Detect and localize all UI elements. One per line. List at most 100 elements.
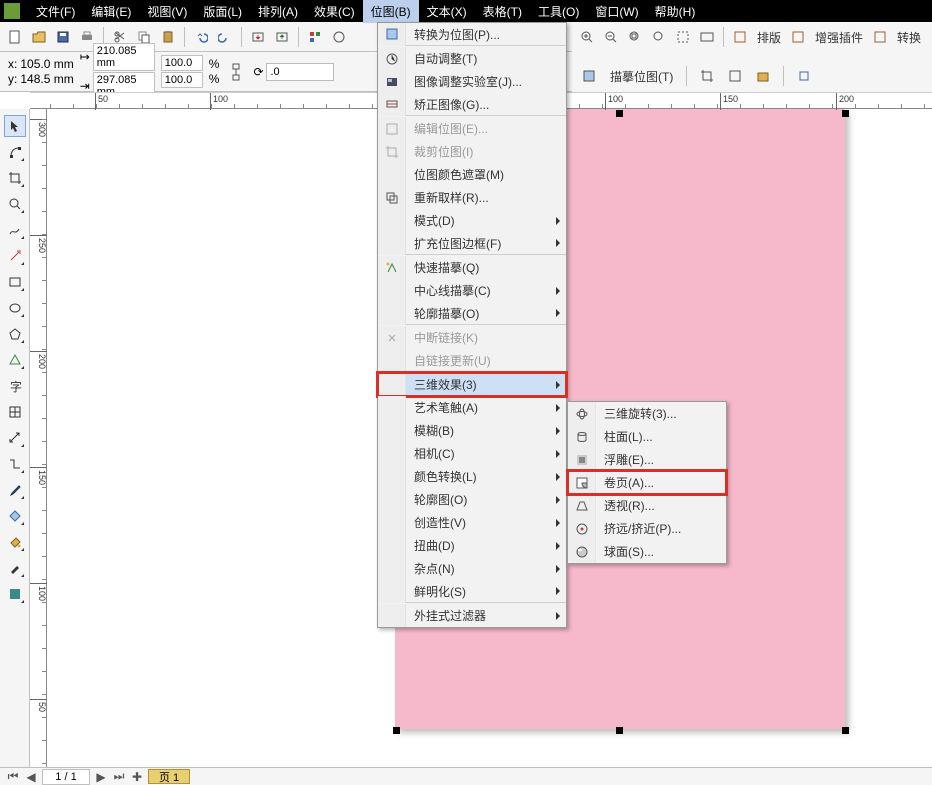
mesh-fill-tool[interactable]	[4, 583, 26, 605]
nav-first-icon[interactable]: ⏮	[6, 770, 20, 784]
undo-button[interactable]	[190, 26, 212, 48]
sel-handle-bm[interactable]	[616, 727, 623, 734]
width-input[interactable]: 210.085 mm	[93, 43, 155, 71]
bitmap-menu-item-7[interactable]: 重新取样(R)...	[378, 186, 566, 209]
paste-button[interactable]	[157, 26, 179, 48]
3d-submenu-item-0[interactable]: 三维旋转(3)...	[568, 402, 726, 425]
interactive-fill-tool[interactable]	[4, 505, 26, 527]
page-tab[interactable]: 页 1	[148, 769, 190, 784]
crop-tb-button[interactable]	[696, 65, 718, 87]
zoom-fit-button[interactable]	[624, 26, 646, 48]
bitmap-menu-item-24[interactable]: 鲜明化(S)	[378, 580, 566, 603]
bitmap-menu-item-3[interactable]: 矫正图像(G)...	[378, 93, 566, 116]
table-tool[interactable]	[4, 401, 26, 423]
menu-layout[interactable]: 版面(L)	[195, 0, 250, 23]
wrap-tb-button[interactable]	[793, 65, 815, 87]
scale-x-input[interactable]: 100.0	[161, 55, 203, 71]
zoom-in-button[interactable]	[576, 26, 598, 48]
menu-file[interactable]: 文件(F)	[28, 0, 83, 23]
bitmap-menu-item-11[interactable]: 中心线描摹(C)	[378, 279, 566, 302]
new-button[interactable]	[4, 26, 26, 48]
bitmap-menu-item-2[interactable]: 图像调整实验室(J)...	[378, 70, 566, 93]
sel-handle-tm[interactable]	[616, 110, 623, 117]
lab-tb-button[interactable]	[752, 65, 774, 87]
bitmap-menu-item-25[interactable]: 外挂式过滤器	[378, 604, 566, 627]
3d-submenu-item-4[interactable]: 透视(R)...	[568, 494, 726, 517]
welcome-button[interactable]	[328, 26, 350, 48]
import-button[interactable]	[247, 26, 269, 48]
outline-tool[interactable]	[4, 557, 26, 579]
page-field[interactable]: 1 / 1	[42, 769, 90, 785]
fill-tool[interactable]	[4, 531, 26, 553]
3d-submenu-item-1[interactable]: 柱面(L)...	[568, 425, 726, 448]
sel-handle-br[interactable]	[842, 727, 849, 734]
3d-submenu-item-3[interactable]: 卷页(A)...	[568, 471, 726, 494]
bitmap-menu-item-9[interactable]: 扩充位图边框(F)	[378, 232, 566, 255]
bitmap-menu-item-17[interactable]: 模糊(B)	[378, 419, 566, 442]
bitmap-menu-item-22[interactable]: 扭曲(D)	[378, 534, 566, 557]
export-button[interactable]	[271, 26, 293, 48]
bitmap-menu-item-21[interactable]: 创造性(V)	[378, 511, 566, 534]
menu-effects[interactable]: 效果(C)	[306, 0, 363, 23]
bitmap-menu-item-12[interactable]: 轮廓描摹(O)	[378, 302, 566, 325]
bitmap-menu-item-15[interactable]: 三维效果(3)	[378, 373, 566, 396]
menu-view[interactable]: 视图(V)	[139, 0, 195, 23]
bitmap-menu-item-19[interactable]: 颜色转换(L)	[378, 465, 566, 488]
smart-draw-tool[interactable]	[4, 245, 26, 267]
nav-prev-icon[interactable]: ◀	[24, 770, 38, 784]
bitmap-menu-item-6[interactable]: 位图颜色遮罩(M)	[378, 163, 566, 186]
menu-bitmap[interactable]: 位图(B)	[363, 0, 419, 23]
bitmap-menu-item-23[interactable]: 杂点(N)	[378, 557, 566, 580]
zoom-sel-button[interactable]	[672, 26, 694, 48]
redo-button[interactable]	[214, 26, 236, 48]
menu-arrange[interactable]: 排列(A)	[250, 0, 306, 23]
edit-bitmap-button[interactable]	[578, 65, 600, 87]
bitmap-menu-item-18[interactable]: 相机(C)	[378, 442, 566, 465]
dimension-tool[interactable]	[4, 427, 26, 449]
bitmap-menu-item-20[interactable]: 轮廓图(O)	[378, 488, 566, 511]
3d-submenu-item-5[interactable]: 挤远/挤近(P)...	[568, 517, 726, 540]
zoom-tool[interactable]	[4, 193, 26, 215]
text-tool[interactable]: 字	[4, 375, 26, 397]
zoom-out-button[interactable]	[600, 26, 622, 48]
shape-tool[interactable]	[4, 141, 26, 163]
open-button[interactable]	[28, 26, 50, 48]
menu-text[interactable]: 文本(X)	[419, 0, 475, 23]
zoom-all-button[interactable]	[696, 26, 718, 48]
bitmap-menu-item-16[interactable]: 艺术笔触(A)	[378, 396, 566, 419]
layout-btn[interactable]	[729, 26, 751, 48]
menu-edit[interactable]: 编辑(E)	[83, 0, 139, 23]
scale-y-input[interactable]: 100.0	[161, 72, 203, 88]
rectangle-tool[interactable]	[4, 271, 26, 293]
basic-shapes-tool[interactable]	[4, 349, 26, 371]
resample-tb-button[interactable]	[724, 65, 746, 87]
save-button[interactable]	[52, 26, 74, 48]
add-page-icon[interactable]: ✚	[130, 770, 144, 784]
sel-handle-bl[interactable]	[393, 727, 400, 734]
zoom-page-button[interactable]	[648, 26, 670, 48]
menu-help[interactable]: 帮助(H)	[647, 0, 704, 23]
angle-input[interactable]: .0	[266, 63, 334, 81]
nav-last-icon[interactable]: ⏭	[112, 770, 126, 784]
3d-submenu-item-6[interactable]: 球面(S)...	[568, 540, 726, 563]
polygon-tool[interactable]	[4, 323, 26, 345]
3d-submenu-item-2[interactable]: 浮雕(E)...	[568, 448, 726, 471]
lock-ratio-button[interactable]	[225, 61, 247, 83]
bitmap-menu-item-10[interactable]: 快速描摹(Q)	[378, 256, 566, 279]
convert-btn[interactable]	[869, 26, 891, 48]
menu-table[interactable]: 表格(T)	[475, 0, 530, 23]
crop-tool[interactable]	[4, 167, 26, 189]
menu-window[interactable]: 窗口(W)	[587, 0, 646, 23]
bitmap-menu-item-1[interactable]: 自动调整(T)	[378, 47, 566, 70]
enhance-btn[interactable]	[787, 26, 809, 48]
sel-handle-tr[interactable]	[842, 110, 849, 117]
connector-tool[interactable]	[4, 453, 26, 475]
freehand-tool[interactable]	[4, 219, 26, 241]
eyedropper-tool[interactable]	[4, 479, 26, 501]
nav-next-icon[interactable]: ▶	[94, 770, 108, 784]
menu-tools[interactable]: 工具(O)	[530, 0, 587, 23]
bitmap-menu-item-8[interactable]: 模式(D)	[378, 209, 566, 232]
ellipse-tool[interactable]	[4, 297, 26, 319]
app-launcher-button[interactable]	[304, 26, 326, 48]
pick-tool[interactable]	[4, 115, 26, 137]
